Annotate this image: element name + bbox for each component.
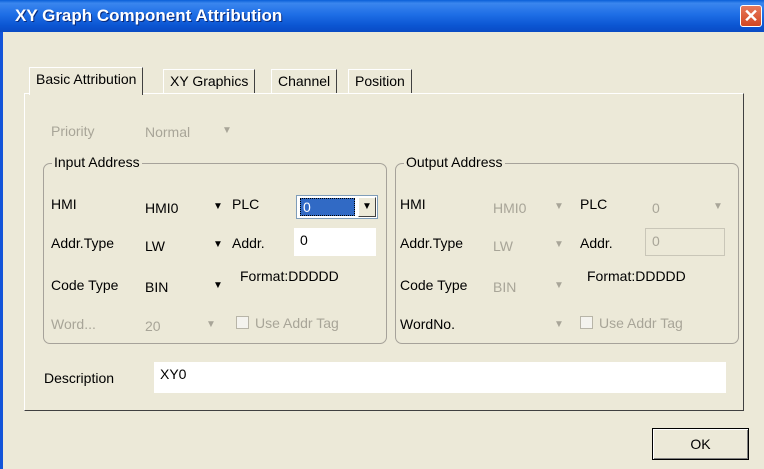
output-addr-value: 0 — [652, 233, 660, 249]
tab-label: Position — [355, 73, 405, 89]
input-plc-value: 0 — [303, 199, 311, 215]
output-addr-type-value: LW — [493, 238, 513, 254]
output-hmi-select[interactable]: HMI0 ▼ — [488, 197, 568, 219]
priority-value: Normal — [145, 124, 191, 140]
input-hmi-value: HMI0 — [145, 200, 179, 216]
tab-label: Basic Attribution — [36, 71, 137, 87]
chevron-down-icon: ▼ — [213, 239, 223, 250]
tab-label: XY Graphics — [170, 73, 249, 89]
window-border — [0, 32, 3, 469]
chevron-down-icon: ▼ — [213, 280, 223, 291]
input-word-select[interactable]: 20 ▼ — [140, 315, 220, 337]
chevron-down-icon: ▼ — [554, 201, 564, 212]
description-label: Description — [44, 370, 115, 386]
tab-position[interactable]: Position — [348, 69, 412, 94]
input-plc-label: PLC — [232, 196, 260, 212]
input-hmi-label: HMI — [51, 196, 77, 212]
chevron-down-icon: ▼ — [554, 319, 564, 330]
chevron-down-icon: ▼ — [213, 201, 223, 212]
ok-label: OK — [690, 436, 711, 452]
chevron-down-icon[interactable]: ▼ — [358, 197, 376, 217]
output-format-text: Format:DDDDD — [587, 268, 686, 284]
input-hmi-select[interactable]: HMI0 ▼ — [140, 197, 227, 219]
output-plc-select[interactable]: 0 ▼ — [647, 197, 727, 219]
chevron-down-icon: ▼ — [713, 201, 723, 212]
chevron-down-icon: ▼ — [554, 239, 564, 250]
input-format-text: Format:DDDDD — [240, 268, 339, 284]
tab-channel[interactable]: Channel — [271, 69, 338, 94]
chevron-down-icon: ▼ — [222, 125, 232, 136]
tab-xy-graphics[interactable]: XY Graphics — [163, 69, 256, 94]
output-code-type-value: BIN — [493, 279, 517, 295]
input-use-addr-tag-checkbox[interactable] — [236, 316, 249, 329]
output-word-select[interactable]: ▼ — [488, 315, 568, 337]
output-use-addr-tag-checkbox[interactable] — [580, 316, 593, 329]
ok-button[interactable]: OK — [652, 428, 749, 460]
output-plc-value: 0 — [652, 200, 660, 216]
close-icon: ✕ — [743, 6, 759, 26]
priority-label: Priority — [51, 123, 95, 139]
output-use-addr-tag-label: Use Addr Tag — [599, 315, 683, 331]
description-value: XY0 — [160, 366, 187, 382]
output-code-type-label: Code Type — [400, 277, 468, 293]
input-addr-type-label: Addr.Type — [51, 235, 115, 251]
input-use-addr-tag-label: Use Addr Tag — [255, 315, 339, 331]
description-input[interactable]: XY0 — [154, 362, 726, 393]
output-addr-label: Addr. — [580, 235, 613, 251]
input-addr-value: 0 — [300, 232, 308, 248]
input-addr-type-value: LW — [145, 238, 165, 254]
tab-basic-attribution[interactable]: Basic Attribution — [29, 67, 144, 95]
tab-label: Channel — [278, 73, 331, 89]
input-word-value: 20 — [145, 318, 161, 334]
input-code-type-label: Code Type — [51, 277, 119, 293]
priority-select[interactable]: Normal ▼ — [140, 121, 236, 143]
chevron-down-icon: ▼ — [554, 280, 564, 291]
output-address-legend: Output Address — [404, 154, 505, 170]
output-word-label: WordNo. — [400, 316, 455, 332]
input-plc-select[interactable]: 0 ▼ — [296, 195, 378, 219]
output-addr-field[interactable]: 0 — [645, 228, 725, 256]
close-button[interactable]: ✕ — [740, 5, 762, 27]
input-addr-field[interactable]: 0 — [294, 228, 376, 256]
input-code-type-select[interactable]: BIN ▼ — [140, 276, 227, 298]
input-word-label: Word... — [51, 316, 96, 332]
input-address-legend: Input Address — [52, 154, 142, 170]
input-addr-label: Addr. — [232, 235, 265, 251]
dialog-window: XY Graph Component Attribution ✕ Basic A… — [0, 0, 764, 469]
output-code-type-select[interactable]: BIN ▼ — [488, 276, 568, 298]
output-plc-label: PLC — [580, 196, 608, 212]
title-bar[interactable]: XY Graph Component Attribution ✕ — [0, 0, 764, 32]
output-hmi-value: HMI0 — [493, 200, 527, 216]
input-addr-type-select[interactable]: LW ▼ — [140, 235, 227, 257]
chevron-down-icon: ▼ — [206, 319, 216, 330]
input-code-type-value: BIN — [145, 279, 169, 295]
output-hmi-label: HMI — [400, 196, 426, 212]
output-addr-type-label: Addr.Type — [400, 235, 464, 251]
dialog-title: XY Graph Component Attribution — [15, 6, 283, 25]
output-addr-type-select[interactable]: LW ▼ — [488, 235, 568, 257]
